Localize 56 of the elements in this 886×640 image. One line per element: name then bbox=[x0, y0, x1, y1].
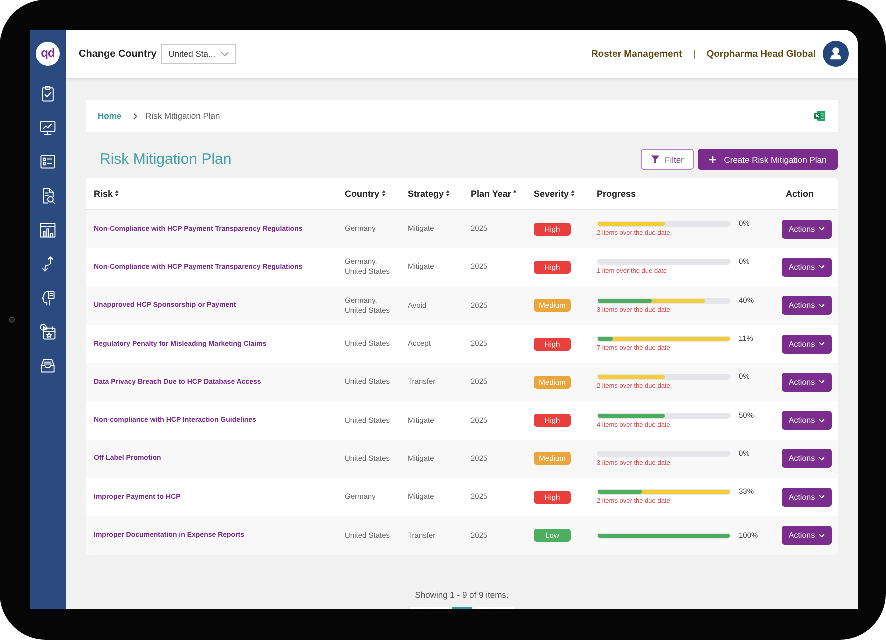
country-label: Change Country bbox=[79, 48, 157, 60]
actions-button[interactable]: Actions bbox=[782, 334, 832, 354]
logo[interactable]: qd bbox=[36, 42, 60, 66]
sort-icon[interactable] bbox=[115, 190, 120, 197]
column-header[interactable]: Risk bbox=[94, 188, 114, 198]
actions-button[interactable]: Actions bbox=[782, 526, 832, 546]
column-header: Action bbox=[786, 188, 814, 198]
caret-icon bbox=[819, 495, 826, 500]
caret-icon bbox=[819, 534, 826, 538]
checklist-icon bbox=[39, 153, 57, 171]
actions-button[interactable]: Actions bbox=[782, 296, 832, 316]
camera-icon bbox=[9, 317, 15, 323]
chevron-down-icon bbox=[220, 52, 229, 56]
sort-icon[interactable] bbox=[446, 190, 450, 197]
actions-button[interactable]: Actions bbox=[782, 258, 832, 277]
user-avatar-icon[interactable] bbox=[823, 41, 849, 67]
column-header: Progress bbox=[597, 188, 636, 198]
column-header[interactable]: Severity bbox=[534, 188, 570, 198]
filter-icon bbox=[651, 155, 660, 164]
filter-button[interactable]: Filter bbox=[641, 149, 694, 170]
page-title: Risk Mitigation Plan bbox=[100, 151, 232, 168]
monitor-chart-icon bbox=[39, 119, 57, 137]
framed-bar-chart-icon bbox=[39, 221, 57, 239]
caret-icon bbox=[819, 418, 826, 423]
sort-icon[interactable] bbox=[382, 190, 386, 197]
caret-icon bbox=[819, 227, 826, 232]
clipboard-check-icon bbox=[39, 85, 57, 103]
calendar-star-icon bbox=[39, 323, 57, 341]
plus-icon bbox=[709, 156, 718, 164]
sort-ascending-icon[interactable] bbox=[513, 190, 518, 193]
caret-icon bbox=[819, 380, 826, 384]
caret-icon bbox=[819, 456, 826, 461]
caret-icon bbox=[819, 304, 826, 308]
country-select[interactable]: United Sta... bbox=[160, 44, 236, 64]
column-header[interactable]: Plan Year bbox=[471, 188, 512, 198]
separator: | bbox=[693, 48, 696, 60]
caret-icon bbox=[819, 342, 826, 346]
head-document-icon bbox=[39, 289, 57, 307]
caret-icon bbox=[819, 265, 826, 270]
actions-button[interactable]: Actions bbox=[782, 449, 832, 468]
actions-button[interactable]: Actions bbox=[782, 220, 832, 239]
inbox-tray-icon bbox=[39, 357, 57, 375]
organization-name: Qorpharma Head Global bbox=[706, 48, 816, 60]
chevron-right-icon bbox=[132, 112, 138, 120]
actions-button[interactable]: Actions bbox=[782, 488, 832, 507]
module-link[interactable]: Roster Management bbox=[591, 48, 682, 60]
sort-icon[interactable] bbox=[571, 190, 576, 197]
pagination-summary: Showing 1 - 9 of 9 items. bbox=[415, 590, 509, 600]
actions-button[interactable]: Actions bbox=[782, 372, 832, 392]
actions-button[interactable]: Actions bbox=[782, 411, 832, 430]
column-header[interactable]: Country bbox=[345, 188, 380, 198]
create-button[interactable]: Create Risk Mitigation Plan bbox=[698, 149, 838, 170]
pagination-button[interactable] bbox=[452, 606, 472, 609]
spreadsheet-export-icon[interactable] bbox=[814, 110, 826, 122]
breadcrumb-current: Risk Mitigation Plan bbox=[146, 111, 220, 121]
column-header[interactable]: Strategy bbox=[408, 188, 444, 198]
